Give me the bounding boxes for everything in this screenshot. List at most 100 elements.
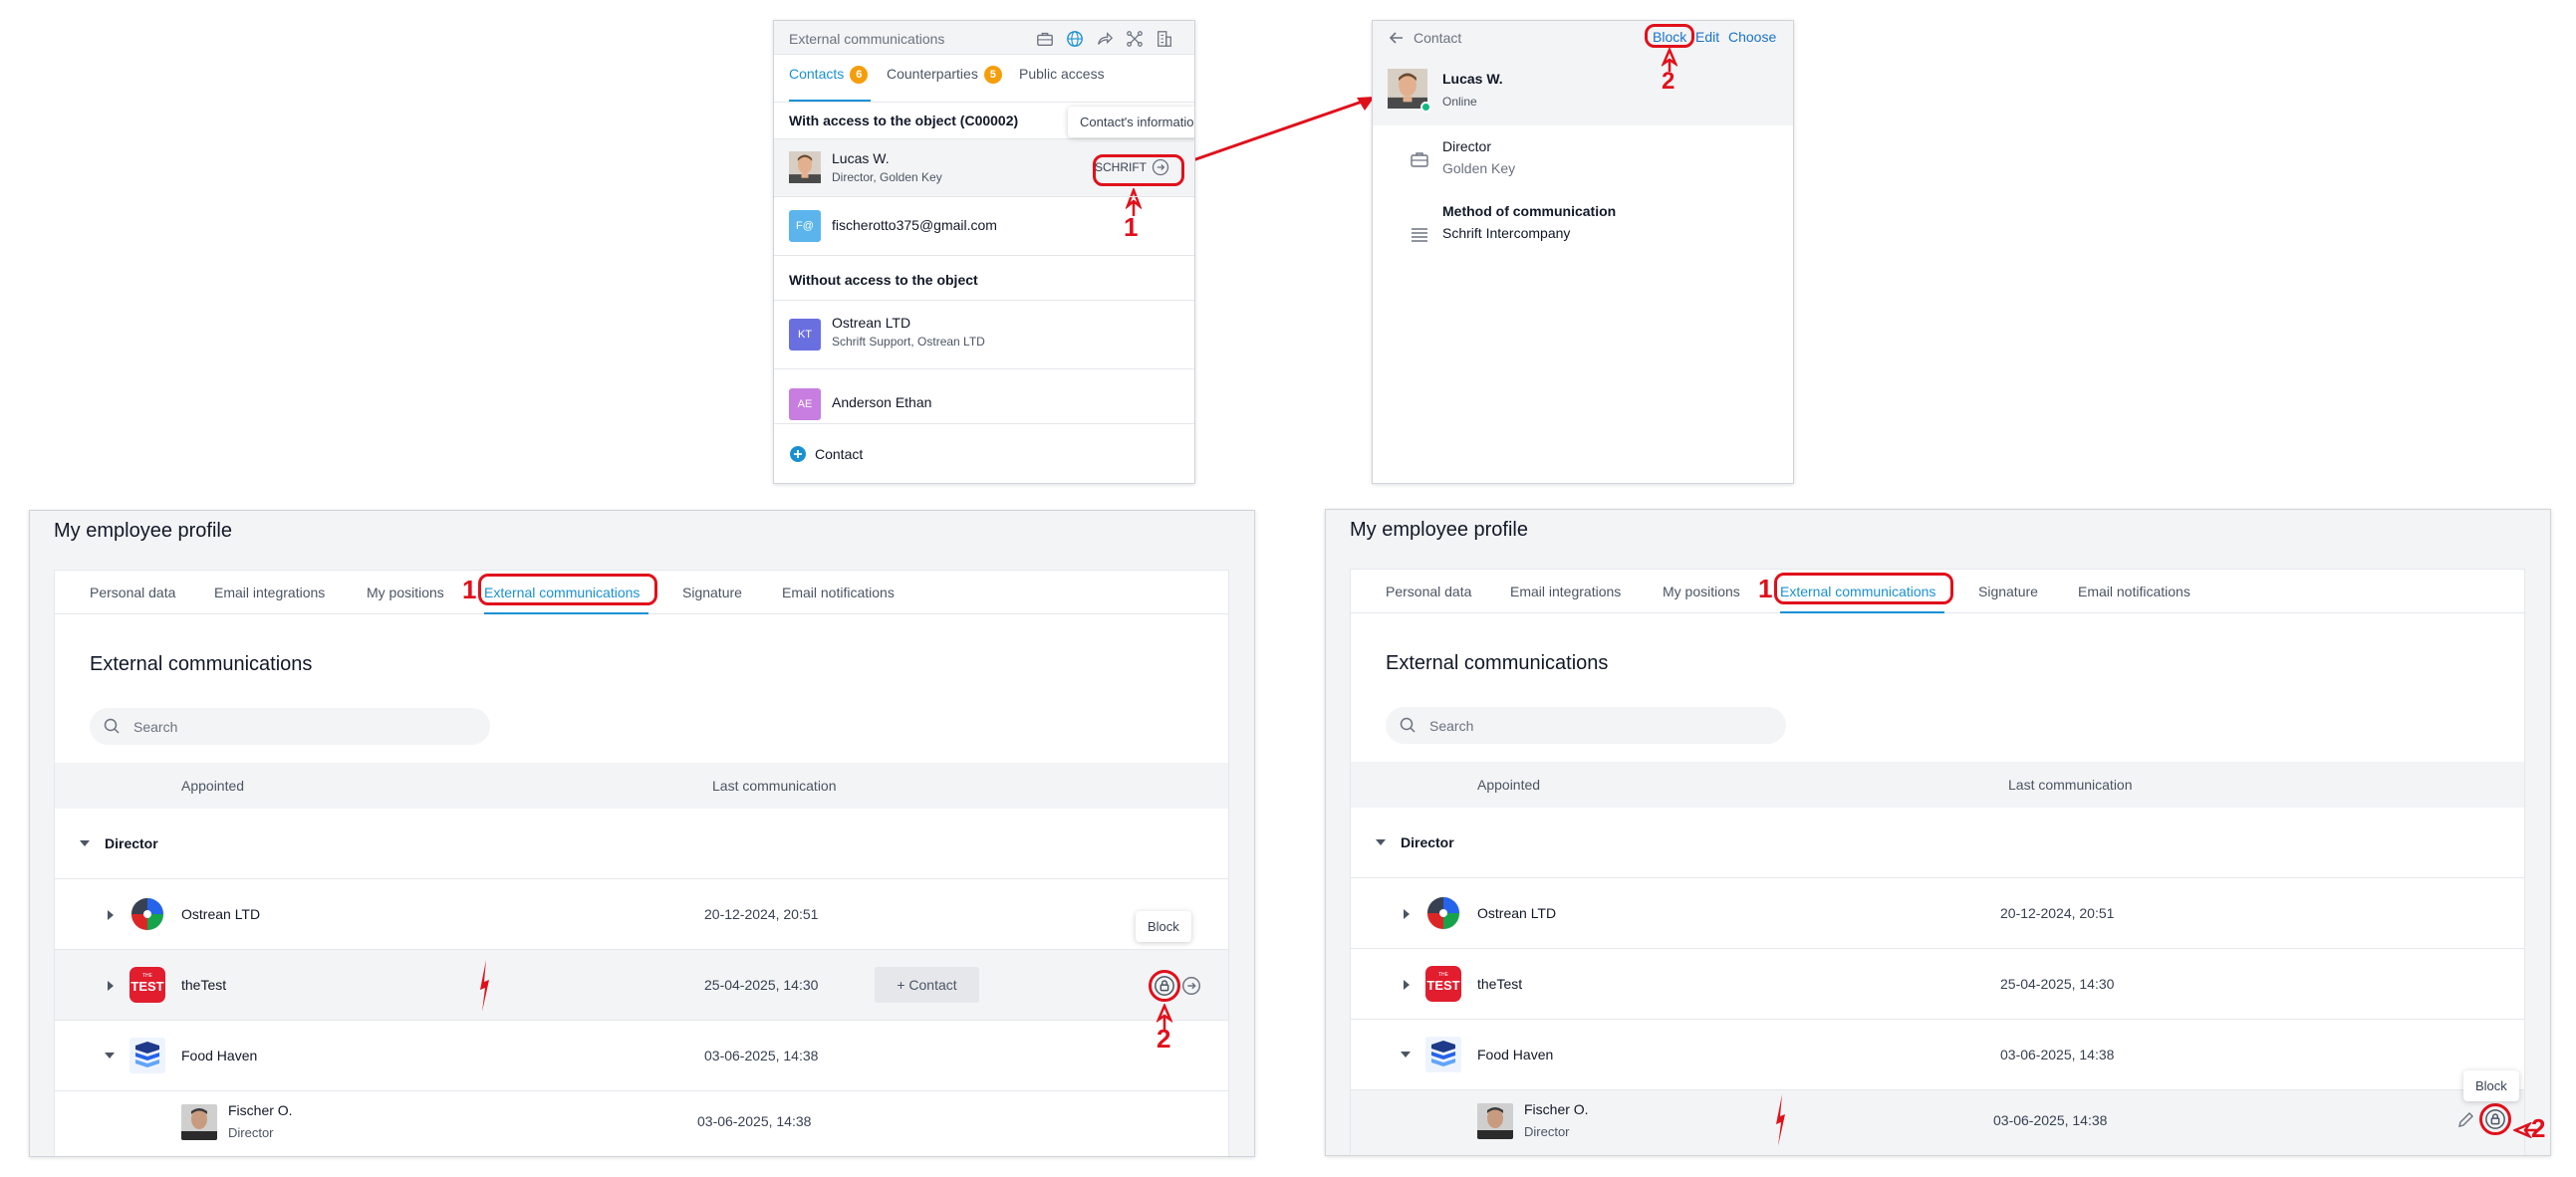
search-input[interactable]: Search <box>90 708 490 745</box>
table-row[interactable]: theTest 25-04-2025, 14:30 + Contact <box>55 950 1228 1021</box>
row-subtitle: Director <box>1524 1124 1570 1139</box>
column-appointed: Appointed <box>181 778 245 794</box>
contact-row-anderson[interactable]: AE Anderson Ethan <box>774 369 1194 437</box>
annotation-number: 1 <box>1758 574 1773 603</box>
block-tooltip: Block <box>2463 1070 2519 1101</box>
block-tooltip: Block <box>1136 911 1191 942</box>
chevron-right-icon <box>108 981 114 991</box>
add-contact-button[interactable]: + Contact <box>875 967 979 1003</box>
table-row[interactable]: theTest 25-04-2025, 14:30 <box>1351 949 2524 1020</box>
employee-profile-right: My employee profile Personal data Email … <box>1325 509 2551 1156</box>
contact-row-ostrean[interactable]: KT Ostrean LTD Schrift Support, Ostrean … <box>774 301 1194 368</box>
column-appointed: Appointed <box>1477 777 1541 793</box>
network-icon[interactable] <box>1125 29 1145 49</box>
row-name: Food Haven <box>1477 1047 1554 1062</box>
column-last-communication: Last communication <box>2008 777 2133 793</box>
table-row[interactable]: Food Haven 03-06-2025, 14:38 <box>55 1021 1228 1091</box>
contact-name: Anderson Ethan <box>832 394 932 410</box>
method-value: Schrift Intercompany <box>1442 225 1571 241</box>
tab-counterparties[interactable]: Counterparties 5 <box>887 66 1002 84</box>
tab-email-notifications[interactable]: Email notifications <box>2078 584 2190 599</box>
annotation-arrow <box>1180 97 1375 166</box>
annotation-ring-tab <box>1774 573 1953 604</box>
popup-title: External communications <box>789 31 945 47</box>
contact-name: Lucas W. <box>1442 71 1503 87</box>
chevron-down-icon <box>105 1053 115 1059</box>
table-row[interactable]: Ostrean LTD 20-12-2024, 20:51 <box>55 879 1228 950</box>
popup-header: External communications <box>774 21 1194 55</box>
edit-link[interactable]: Edit <box>1695 29 1719 45</box>
row-subtitle: Director <box>228 1125 274 1140</box>
table-row[interactable]: Fischer O. Director 03-06-2025, 14:38 <box>55 1091 1228 1156</box>
contact-name: fischerotto375@gmail.com <box>832 217 997 233</box>
row-name: Fischer O. <box>1524 1101 1589 1117</box>
online-indicator <box>1420 102 1431 113</box>
active-tab-underline <box>484 612 648 614</box>
annotation-number: 2 <box>1662 68 1675 95</box>
group-label: Director <box>1401 834 1454 850</box>
share-icon[interactable] <box>1095 29 1115 49</box>
contact-status: Online <box>1442 95 1477 109</box>
chevron-down-icon <box>1401 1052 1411 1058</box>
globe-icon[interactable] <box>1065 29 1085 49</box>
contact-row-email[interactable]: F@ fischerotto375@gmail.com <box>774 197 1194 255</box>
chevron-right-icon <box>1404 909 1410 919</box>
avatar: AE <box>789 388 821 420</box>
tab-contacts-underline <box>789 100 871 102</box>
row-date: 03-06-2025, 14:38 <box>1993 1112 2108 1128</box>
avatar: F@ <box>789 210 821 242</box>
active-tab-underline <box>1780 611 1944 613</box>
arrow-circle-icon[interactable] <box>1180 975 1202 997</box>
group-label: Director <box>105 835 158 851</box>
tab-email-notifications[interactable]: Email notifications <box>782 585 895 600</box>
tab-personal-data[interactable]: Personal data <box>90 585 175 600</box>
tab-signature[interactable]: Signature <box>1978 584 2038 599</box>
back-button[interactable]: Contact <box>1388 29 1461 47</box>
row-date: 03-06-2025, 14:38 <box>2000 1047 2115 1062</box>
annotation-ring-action <box>1149 970 1180 1002</box>
pencil-icon[interactable] <box>2456 1109 2476 1129</box>
divider <box>774 255 1194 256</box>
row-name: Ostrean LTD <box>1477 905 1557 921</box>
contact-info-panel: Contact Block Edit Choose 2 Lucas W. Onl… <box>1372 20 1794 484</box>
tab-signature[interactable]: Signature <box>682 585 742 600</box>
test-logo-icon <box>129 967 165 1003</box>
row-name: theTest <box>181 977 227 993</box>
building-icon[interactable] <box>1155 29 1174 49</box>
divider <box>774 423 1194 424</box>
tab-email-integrations[interactable]: Email integrations <box>214 585 325 600</box>
briefcase-icon[interactable] <box>1035 29 1055 49</box>
group-row-director[interactable]: Director <box>55 809 1228 879</box>
table-row[interactable]: Fischer O. Director 03-06-2025, 14:38 <box>1351 1090 2524 1155</box>
avatar <box>789 151 821 183</box>
tab-public-access[interactable]: Public access <box>1019 66 1105 82</box>
table-row[interactable]: Ostrean LTD 20-12-2024, 20:51 <box>1351 878 2524 949</box>
contact-name: Lucas W. <box>832 150 890 166</box>
tab-counterparties-label: Counterparties <box>887 66 978 82</box>
row-date: 25-04-2025, 14:30 <box>704 977 819 993</box>
plus-circle-icon <box>790 446 806 462</box>
contacts-tabs: Contacts 6 Counterparties 5 Public access <box>774 55 1194 103</box>
table-header: Appointed Last communication <box>55 763 1228 809</box>
ostrean-logo-icon <box>1425 895 1461 931</box>
tab-my-positions[interactable]: My positions <box>367 585 444 600</box>
tab-personal-data[interactable]: Personal data <box>1386 584 1471 599</box>
add-contact-button[interactable]: Contact <box>789 445 863 463</box>
choose-link[interactable]: Choose <box>1728 29 1776 45</box>
tab-email-integrations[interactable]: Email integrations <box>1510 584 1621 599</box>
search-placeholder: Search <box>1429 718 1474 734</box>
chevron-down-icon <box>80 840 90 846</box>
profile-card: Personal data Email integrations My posi… <box>54 570 1229 1156</box>
annotation-ring-tab <box>478 574 657 605</box>
row-name: Ostrean LTD <box>181 906 261 922</box>
row-date: 25-04-2025, 14:30 <box>2000 976 2115 992</box>
tab-contacts[interactable]: Contacts 6 <box>789 66 869 84</box>
ostrean-logo-icon <box>129 896 165 932</box>
table-row[interactable]: Food Haven 03-06-2025, 14:38 <box>1351 1020 2524 1090</box>
column-last-communication: Last communication <box>712 778 837 794</box>
search-placeholder: Search <box>133 719 178 735</box>
row-name: theTest <box>1477 976 1523 992</box>
tab-my-positions[interactable]: My positions <box>1663 584 1740 599</box>
group-row-director[interactable]: Director <box>1351 808 2524 878</box>
search-input[interactable]: Search <box>1386 707 1786 744</box>
